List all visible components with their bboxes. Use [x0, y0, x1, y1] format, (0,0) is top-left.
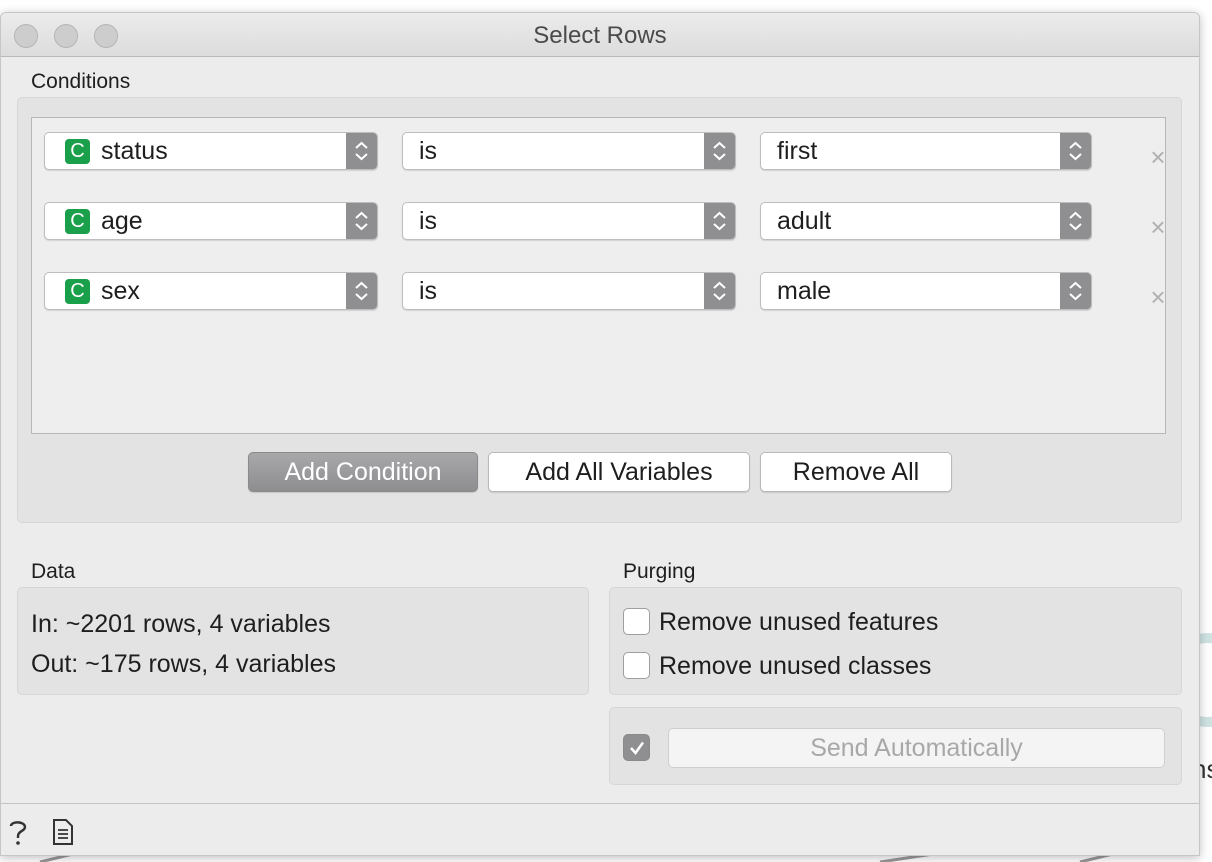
condition-value-select[interactable]: first [760, 132, 1092, 170]
status-bar [1, 803, 1199, 855]
checkmark-icon [630, 741, 645, 755]
value-text: male [777, 277, 832, 305]
report-icon[interactable] [51, 818, 75, 846]
chevron-updown-icon [1060, 133, 1091, 169]
chevron-updown-icon [346, 203, 377, 239]
operator-text: is [419, 277, 438, 305]
window-title: Select Rows [533, 22, 667, 49]
purging-label: Purging [623, 560, 696, 583]
chevron-updown-icon [346, 273, 377, 309]
title-bar: Select Rows [1, 13, 1199, 57]
data-out-summary: Out: ~175 rows, 4 variables [31, 650, 337, 678]
condition-value-select[interactable]: male [760, 272, 1092, 310]
remove-condition-button[interactable]: × [1148, 144, 1168, 170]
condition-variable-select[interactable]: C age [44, 202, 378, 240]
operator-text: is [419, 137, 438, 165]
variable-name: status [101, 137, 168, 165]
condition-value-select[interactable]: adult [760, 202, 1092, 240]
chevron-updown-icon [704, 203, 735, 239]
condition-variable-select[interactable]: C status [44, 132, 378, 170]
variable-name: sex [101, 277, 140, 305]
operator-text: is [419, 207, 438, 235]
data-label: Data [31, 560, 76, 583]
condition-operator-select[interactable]: is [402, 272, 736, 310]
select-rows-window: Select Rows Conditions C status is first… [0, 12, 1200, 856]
categorical-badge: C [65, 209, 90, 234]
remove-unused-features-label[interactable]: Remove unused features [659, 608, 938, 637]
send-automatically-checkbox[interactable] [623, 734, 650, 761]
chevron-updown-icon [704, 133, 735, 169]
add-condition-button[interactable]: Add Condition [248, 452, 478, 492]
remove-all-button[interactable]: Remove All [760, 452, 952, 492]
conditions-label: Conditions [31, 70, 131, 93]
condition-variable-select[interactable]: C sex [44, 272, 378, 310]
help-icon[interactable] [7, 818, 29, 846]
variable-name: age [101, 207, 143, 235]
add-all-variables-button[interactable]: Add All Variables [488, 452, 750, 492]
value-text: adult [777, 207, 832, 235]
remove-condition-button[interactable]: × [1148, 284, 1168, 310]
remove-unused-features-checkbox[interactable] [623, 608, 650, 635]
chevron-updown-icon [1060, 273, 1091, 309]
remove-unused-classes-label[interactable]: Remove unused classes [659, 652, 931, 681]
condition-operator-select[interactable]: is [402, 132, 736, 170]
remove-unused-classes-checkbox[interactable] [623, 652, 650, 679]
chevron-updown-icon [346, 133, 377, 169]
chevron-updown-icon [1060, 203, 1091, 239]
send-automatically-button[interactable]: Send Automatically [668, 728, 1165, 768]
data-in-summary: In: ~2201 rows, 4 variables [31, 610, 331, 638]
value-text: first [777, 137, 818, 165]
condition-operator-select[interactable]: is [402, 202, 736, 240]
chevron-updown-icon [704, 273, 735, 309]
remove-condition-button[interactable]: × [1148, 214, 1168, 240]
categorical-badge: C [65, 139, 90, 164]
categorical-badge: C [65, 279, 90, 304]
